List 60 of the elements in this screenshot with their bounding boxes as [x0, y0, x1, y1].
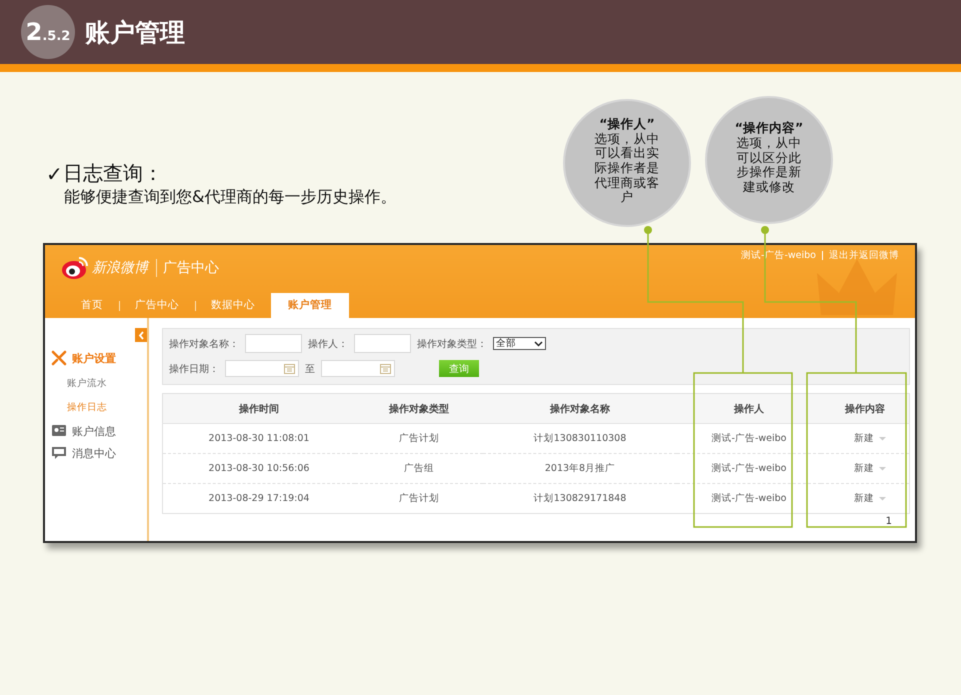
- tools-icon: [51, 350, 67, 366]
- field-label: 操作人：: [308, 338, 348, 350]
- input-field[interactable]: [245, 334, 302, 353]
- contact-card-icon: [51, 423, 67, 439]
- table-cell: 2013-08-30 11:08:01: [162, 424, 355, 454]
- chevron-left-icon: [138, 330, 144, 340]
- callout-text: 选项，从中可以看出实际操作者是代理商或客户: [594, 132, 660, 205]
- brand-name: 新浪微博: [92, 258, 148, 276]
- table-cell: 测试-广告-weibo: [677, 454, 821, 484]
- field-label: 操作日期：: [169, 362, 219, 376]
- table-cell: 2013-08-30 10:56:06: [162, 454, 355, 484]
- slide-title: 账户管理: [85, 16, 185, 48]
- bullet-text: 能够便捷查询到您&代理商的每一步历史操作。: [64, 187, 396, 208]
- page-number[interactable]: 1: [162, 514, 910, 528]
- table-cell: 广告计划: [355, 424, 483, 454]
- column-header: 操作对象名称: [483, 394, 677, 424]
- table-cell: 测试-广告-weibo: [677, 484, 821, 514]
- action-dropdown[interactable]: 新建: [854, 432, 886, 445]
- field-label: 至: [305, 362, 315, 376]
- callout-heading: “操作人”: [599, 117, 655, 132]
- column-header: 操作对象类型: [355, 394, 483, 424]
- nav-tab[interactable]: 账户管理: [271, 293, 349, 318]
- sidebar-item[interactable]: 账户流水: [45, 372, 147, 396]
- calendar-icon: [380, 363, 391, 374]
- column-header: 操作时间: [162, 394, 355, 424]
- calendar-icon: [284, 363, 295, 374]
- sidebar-item[interactable]: 操作日志: [45, 396, 147, 420]
- callout-heading: “操作内容”: [734, 121, 804, 136]
- date-field[interactable]: [225, 360, 299, 377]
- bullet-heading: 日志查询：: [62, 160, 163, 187]
- input-field[interactable]: [354, 334, 411, 353]
- date-field[interactable]: [321, 360, 395, 377]
- column-header: 操作人: [677, 394, 821, 424]
- table-cell: 广告计划: [355, 484, 483, 514]
- type-select[interactable]: 全部: [493, 337, 546, 350]
- weibo-logo-icon: [61, 255, 88, 280]
- field-label: 操作对象名称：: [169, 338, 239, 350]
- caret-icon: [879, 436, 886, 440]
- callout-text: 选项，从中可以区分此步操作是新建或修改: [736, 136, 802, 195]
- sidebar-section[interactable]: 账户设置: [72, 350, 116, 366]
- speech-bubble-icon: [51, 445, 67, 461]
- sidebar-section[interactable]: 消息中心: [72, 446, 116, 460]
- column-header: 操作内容: [821, 394, 910, 424]
- table-cell: 测试-广告-weibo: [677, 424, 821, 454]
- collapse-button[interactable]: [135, 328, 147, 342]
- table-cell: 广告组: [355, 454, 483, 484]
- action-dropdown[interactable]: 新建: [854, 492, 886, 505]
- table-cell: 2013年8月推广: [483, 454, 677, 484]
- caret-icon: [879, 466, 886, 470]
- chevron-down-icon: [534, 340, 543, 347]
- caret-icon: [879, 496, 886, 500]
- check-mark: ✓: [46, 162, 63, 186]
- section-number-badge: 2.5.2: [21, 5, 75, 59]
- product-name: 广告中心: [156, 258, 219, 276]
- action-dropdown[interactable]: 新建: [854, 462, 886, 475]
- field-label: 操作对象类型：: [417, 338, 487, 350]
- table-cell: 计划130830110308: [483, 424, 677, 454]
- table-cell: 2013-08-29 17:19:04: [162, 484, 355, 514]
- table-cell: 计划130829171848: [483, 484, 677, 514]
- sidebar-section[interactable]: 账户信息: [72, 424, 116, 438]
